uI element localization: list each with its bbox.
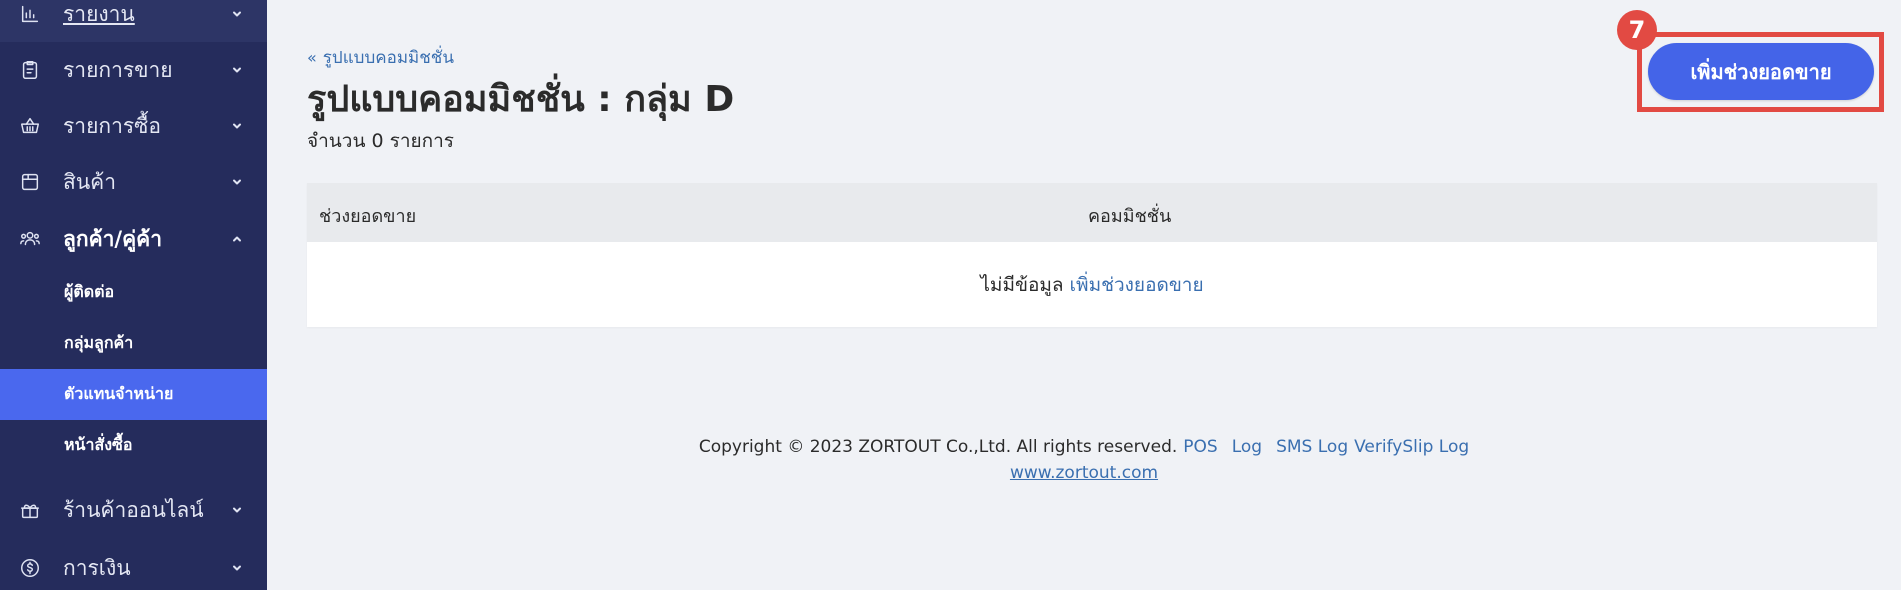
- basket-icon: [18, 114, 42, 138]
- sidebar-subitem-label: ผู้ติดต่อ: [64, 282, 115, 301]
- copyright-text: Copyright © 2023 ZORTOUT Co.,Ltd. All ri…: [698, 437, 1178, 457]
- sidebar: รายงาน รายการขาย รายการซื้อ สินค้า ลูกค้…: [0, 0, 267, 590]
- sidebar-item-online-store[interactable]: ร้านค้าออนไลน์: [0, 482, 267, 538]
- box-icon: [18, 170, 42, 194]
- table-header: ช่วงยอดขาย คอมมิชชั่น: [307, 183, 1877, 242]
- chevron-down-icon: [231, 8, 243, 20]
- column-header-commission: คอมมิชชั่น: [1088, 206, 1172, 227]
- sidebar-subitem-label: หน้าสั่งซื้อ: [64, 435, 133, 454]
- footer-link-log[interactable]: Log: [1232, 437, 1262, 457]
- commission-table: ช่วงยอดขาย คอมมิชชั่น ไม่มีข้อมูล เพิ่มช…: [307, 183, 1877, 327]
- sidebar-item-sales[interactable]: รายการขาย: [0, 42, 267, 98]
- sidebar-subitem-customer-groups[interactable]: กลุ่มลูกค้า: [0, 318, 267, 369]
- add-sales-range-link[interactable]: เพิ่มช่วงยอดขาย: [1070, 270, 1204, 300]
- column-header-sales-range: ช่วงยอดขาย: [319, 206, 417, 227]
- empty-state-row: ไม่มีข้อมูล เพิ่มช่วงยอดขาย: [307, 242, 1877, 327]
- empty-state-text: ไม่มีข้อมูล: [980, 273, 1064, 296]
- sidebar-item-purchases[interactable]: รายการซื้อ: [0, 98, 267, 154]
- sidebar-item-label: ลูกค้า/คู่ค้า: [63, 226, 162, 251]
- sidebar-item-label: รายการซื้อ: [63, 113, 162, 138]
- sidebar-item-report[interactable]: รายงาน: [0, 0, 267, 42]
- breadcrumb-back-link[interactable]: « รูปแบบคอมมิชชั่น: [307, 44, 454, 71]
- add-sales-range-button[interactable]: เพิ่มช่วงยอดขาย: [1648, 43, 1874, 100]
- sidebar-item-customers[interactable]: ลูกค้า/คู่ค้า: [0, 211, 267, 267]
- coin-icon: [18, 556, 42, 580]
- bar-chart-icon: [18, 2, 42, 26]
- clipboard-icon: [18, 58, 42, 82]
- footer-website-link[interactable]: www.zortout.com: [1010, 463, 1158, 483]
- chevron-down-icon: [231, 176, 243, 188]
- sidebar-item-label: สินค้า: [63, 169, 117, 194]
- step-badge: 7: [1617, 10, 1657, 50]
- sidebar-item-finance[interactable]: การเงิน: [0, 540, 267, 590]
- page-title: รูปแบบคอมมิชชั่น : กลุ่ม D: [307, 79, 735, 120]
- chevron-down-icon: [231, 64, 243, 76]
- highlight-box: เพิ่มช่วงยอดขาย: [1637, 32, 1884, 112]
- footer: Copyright © 2023 ZORTOUT Co.,Ltd. All ri…: [267, 437, 1901, 483]
- chevron-down-icon: [231, 120, 243, 132]
- gift-store-icon: [18, 498, 42, 522]
- sidebar-item-label: รายการขาย: [63, 57, 173, 82]
- sidebar-subitem-label: ตัวแทนจำหน่าย: [64, 384, 174, 403]
- double-chevron-left-icon: «: [307, 48, 317, 67]
- item-count: จำนวน 0 รายการ: [307, 130, 454, 152]
- footer-link-sms-log[interactable]: SMS Log: [1276, 437, 1348, 457]
- footer-link-pos[interactable]: POS: [1183, 437, 1217, 457]
- sidebar-item-label: รายงาน: [63, 1, 135, 26]
- sidebar-item-products[interactable]: สินค้า: [0, 154, 267, 210]
- sidebar-subitem-dealers[interactable]: ตัวแทนจำหน่าย: [0, 369, 267, 420]
- users-icon: [18, 227, 42, 251]
- sidebar-item-label: ร้านค้าออนไลน์: [63, 497, 204, 522]
- footer-link-verifyslip-log[interactable]: VerifySlip Log: [1354, 437, 1469, 457]
- back-link-label: รูปแบบคอมมิชชั่น: [322, 48, 454, 68]
- sidebar-subitem-order-page[interactable]: หน้าสั่งซื้อ: [0, 420, 267, 471]
- sidebar-subitem-label: กลุ่มลูกค้า: [64, 333, 134, 352]
- chevron-down-icon: [231, 504, 243, 516]
- chevron-down-icon: [231, 562, 243, 574]
- sidebar-subitem-contacts[interactable]: ผู้ติดต่อ: [0, 267, 267, 318]
- sidebar-item-label: การเงิน: [63, 555, 131, 580]
- chevron-up-icon: [231, 233, 243, 245]
